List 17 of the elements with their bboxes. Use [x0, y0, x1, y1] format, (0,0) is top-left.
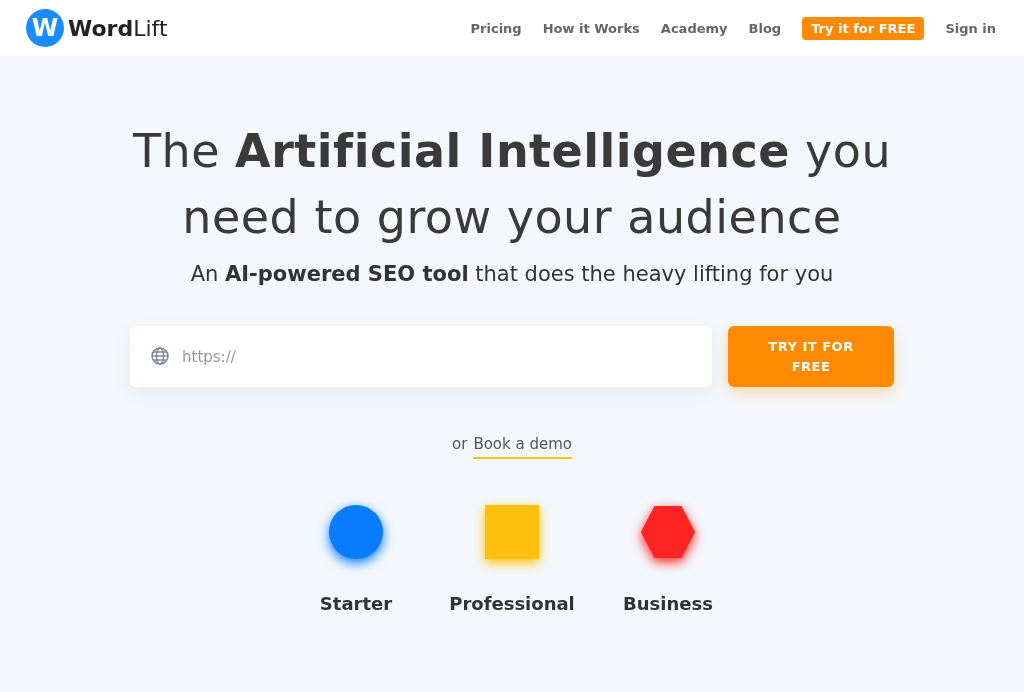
url-field[interactable]: https://: [130, 326, 712, 387]
or-text: or: [452, 435, 468, 455]
plan-name[interactable]: Professional: [449, 593, 575, 614]
logo-mark[interactable]: W: [26, 9, 64, 47]
nav-link[interactable]: Academy: [660, 20, 728, 36]
nav-link[interactable]: Pricing: [470, 20, 522, 36]
book-demo-link[interactable]: Book a demo: [473, 435, 572, 459]
nav-link[interactable]: Blog: [748, 20, 782, 36]
plan-name[interactable]: Business: [623, 593, 713, 614]
circle-icon[interactable]: [327, 503, 385, 561]
plan-name[interactable]: Starter: [319, 593, 393, 614]
logo-text[interactable]: WordLift: [68, 15, 168, 41]
subtitle: An AI-powered SEO tool that does the heavy lifting for you: [190, 262, 834, 286]
hexagon-icon[interactable]: [639, 503, 697, 561]
headline: The Artificial Intelligence you need to grow your audience: [131, 123, 893, 246]
nav-link[interactable]: Sign in: [945, 20, 996, 36]
nav-link[interactable]: How it Works: [542, 20, 640, 36]
